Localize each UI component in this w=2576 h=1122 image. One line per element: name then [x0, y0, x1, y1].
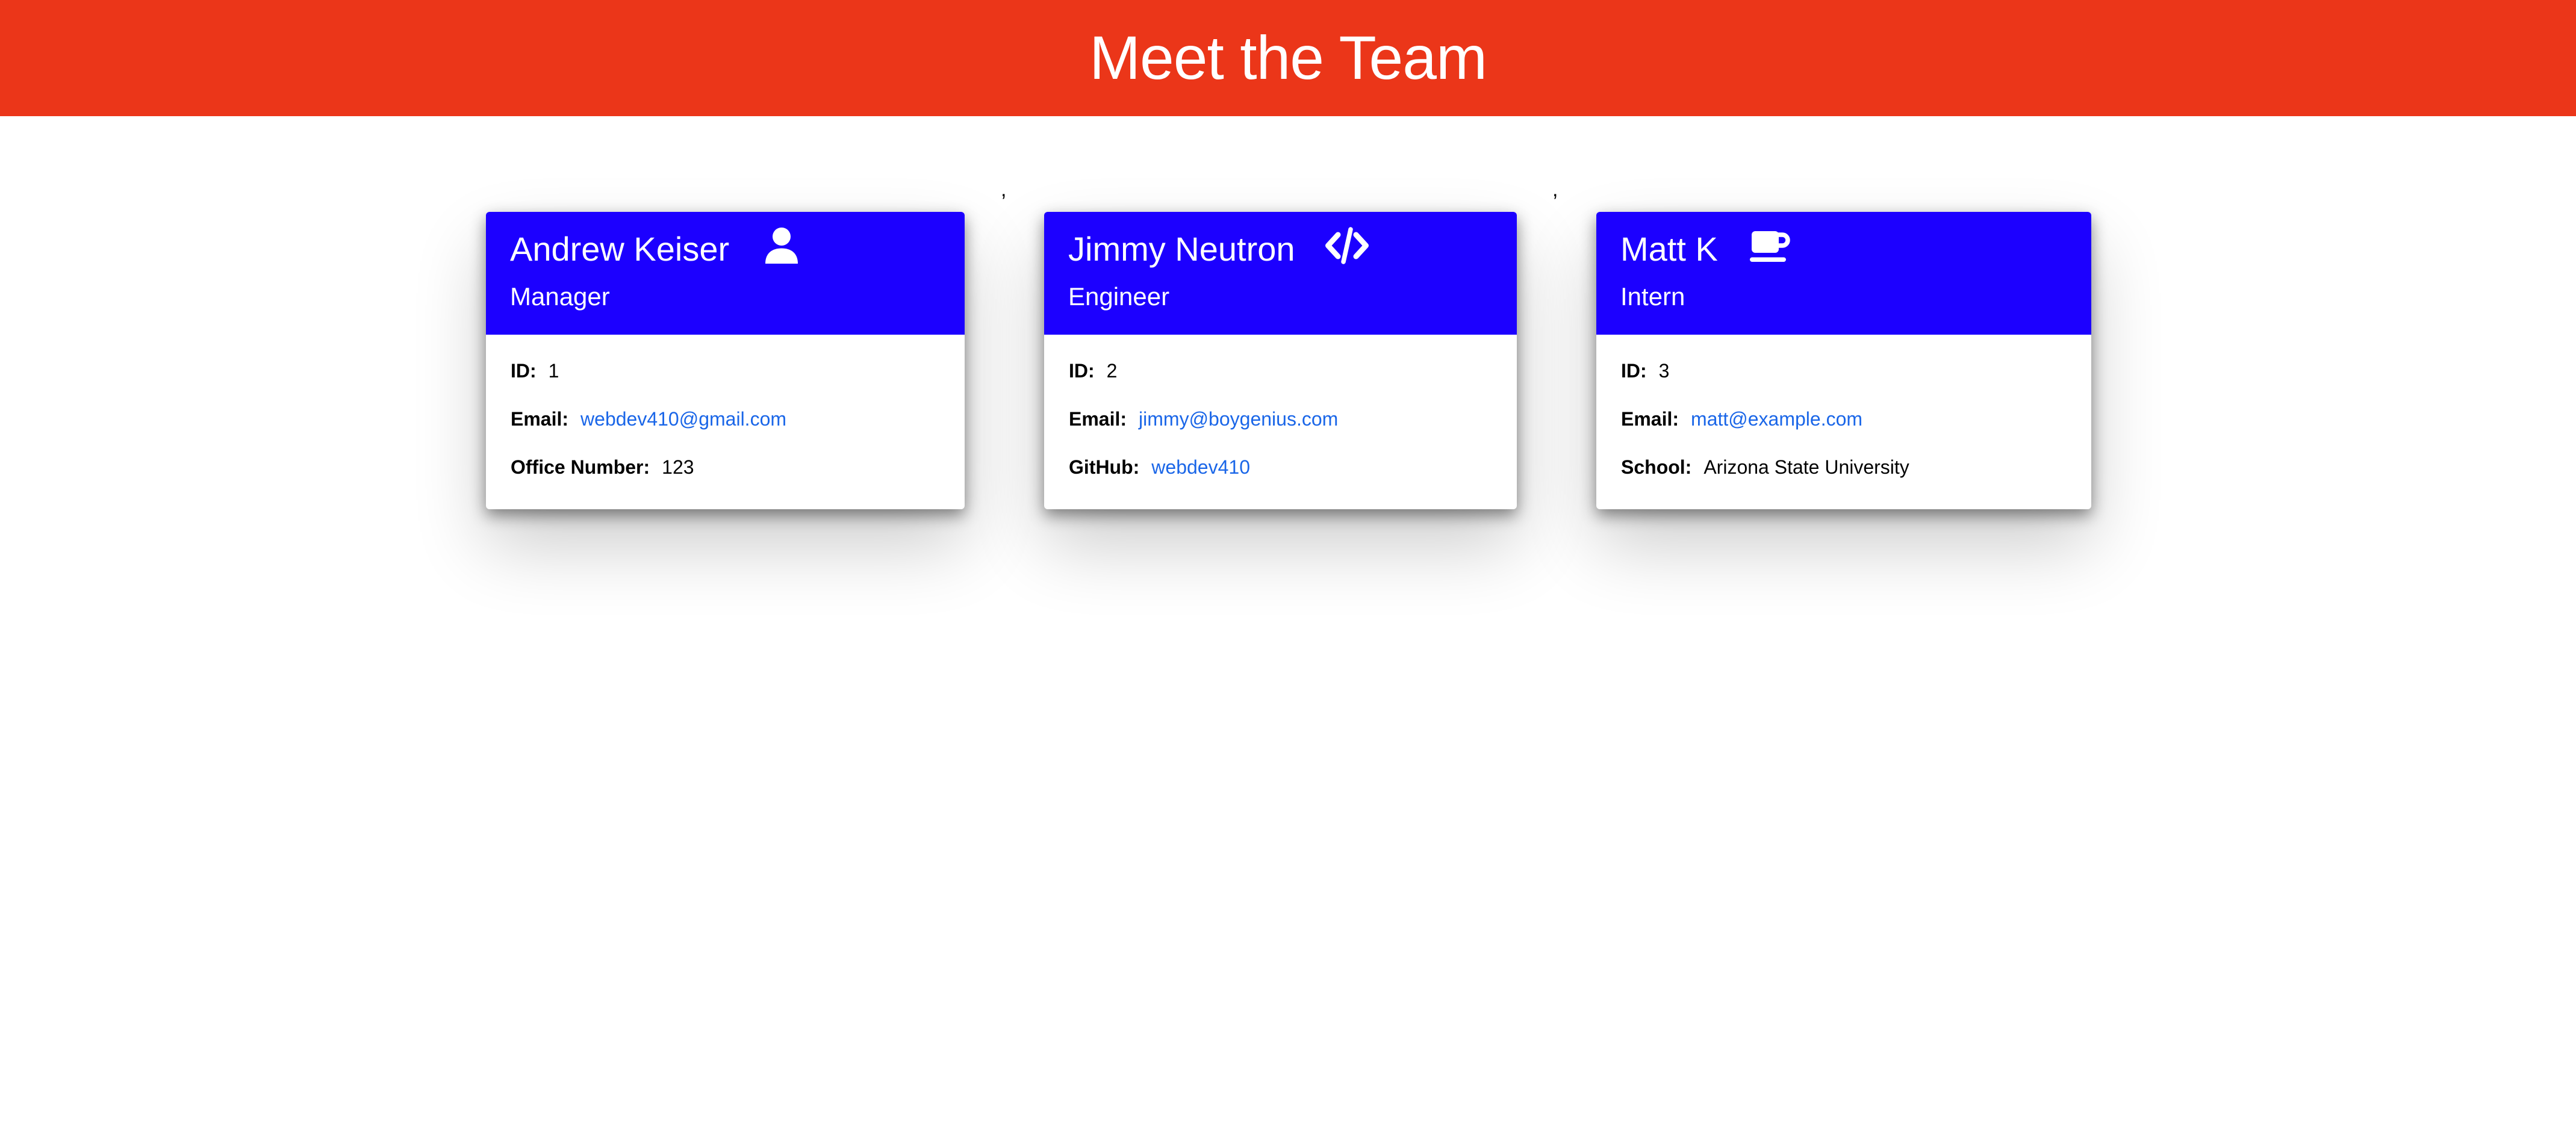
user-icon	[760, 224, 803, 267]
email-label: Email:	[511, 408, 569, 430]
page-header: Meet the Team	[0, 0, 2576, 116]
email-label: Email:	[1621, 408, 1679, 430]
card-body: ID: 2 Email: jimmy@boygenius.com GitHub: we…	[1044, 335, 1517, 502]
card-body: ID: 3 Email: matt@example.com School: Arizo…	[1596, 335, 2091, 502]
email-link[interactable]: matt@example.com	[1691, 408, 1862, 430]
card-header: Andrew Keiser Manager	[486, 212, 965, 335]
email-row: Email: matt@example.com	[1621, 406, 2091, 454]
email-link[interactable]: jimmy@boygenius.com	[1139, 408, 1338, 430]
card-header: Jimmy Neutron Engineer	[1044, 212, 1517, 335]
school-label: School:	[1621, 456, 1692, 478]
id-label: ID:	[511, 360, 537, 382]
email-label: Email:	[1069, 408, 1127, 430]
code-icon	[1325, 224, 1369, 267]
id-value: 1	[548, 360, 559, 382]
employee-role: Manager	[510, 282, 610, 311]
separator-comma: ,	[1552, 178, 1558, 201]
separator-comma: ,	[1001, 178, 1007, 201]
coffee-icon-glyph	[1750, 231, 1790, 262]
id-label: ID:	[1621, 360, 1647, 382]
office-number-value: 123	[662, 456, 694, 478]
github-label: GitHub:	[1069, 456, 1140, 478]
employee-role: Intern	[1620, 282, 1685, 311]
office-number-label: Office Number:	[511, 456, 650, 478]
id-row: ID: 2	[1069, 358, 1517, 406]
page-title: Meet the Team	[1089, 23, 1487, 92]
school-row: School: Arizona State University	[1621, 454, 2091, 502]
github-link[interactable]: webdev410	[1151, 456, 1250, 478]
id-row: ID: 1	[511, 358, 965, 406]
employee-name: Andrew Keiser	[510, 230, 730, 268]
office-number-row: Office Number: 123	[511, 454, 965, 502]
id-row: ID: 3	[1621, 358, 2091, 406]
employee-role: Engineer	[1068, 282, 1170, 311]
coffee-icon	[1748, 224, 1791, 267]
email-row: Email: jimmy@boygenius.com	[1069, 406, 1517, 454]
email-link[interactable]: webdev410@gmail.com	[580, 408, 786, 430]
user-icon-glyph	[765, 228, 798, 264]
employee-name: Matt K	[1620, 230, 1718, 268]
employee-card-engineer: Jimmy Neutron Engineer ID: 2 Email: jimmy@…	[1044, 212, 1517, 509]
card-header: Matt K Intern	[1596, 212, 2091, 335]
id-value: 3	[1658, 360, 1670, 382]
employee-name: Jimmy Neutron	[1068, 230, 1295, 268]
id-label: ID:	[1069, 360, 1095, 382]
employee-card-manager: Andrew Keiser Manager ID: 1 Email: webdev4…	[486, 212, 965, 509]
email-row: Email: webdev410@gmail.com	[511, 406, 965, 454]
school-value: Arizona State University	[1703, 456, 1909, 478]
employee-card-intern: Matt K Intern ID: 3 Email: matt@example.co…	[1596, 212, 2091, 509]
code-icon-glyph	[1325, 227, 1369, 264]
id-value: 2	[1106, 360, 1118, 382]
github-row: GitHub: webdev410	[1069, 454, 1517, 502]
card-body: ID: 1 Email: webdev410@gmail.com Office Nu…	[486, 335, 965, 502]
